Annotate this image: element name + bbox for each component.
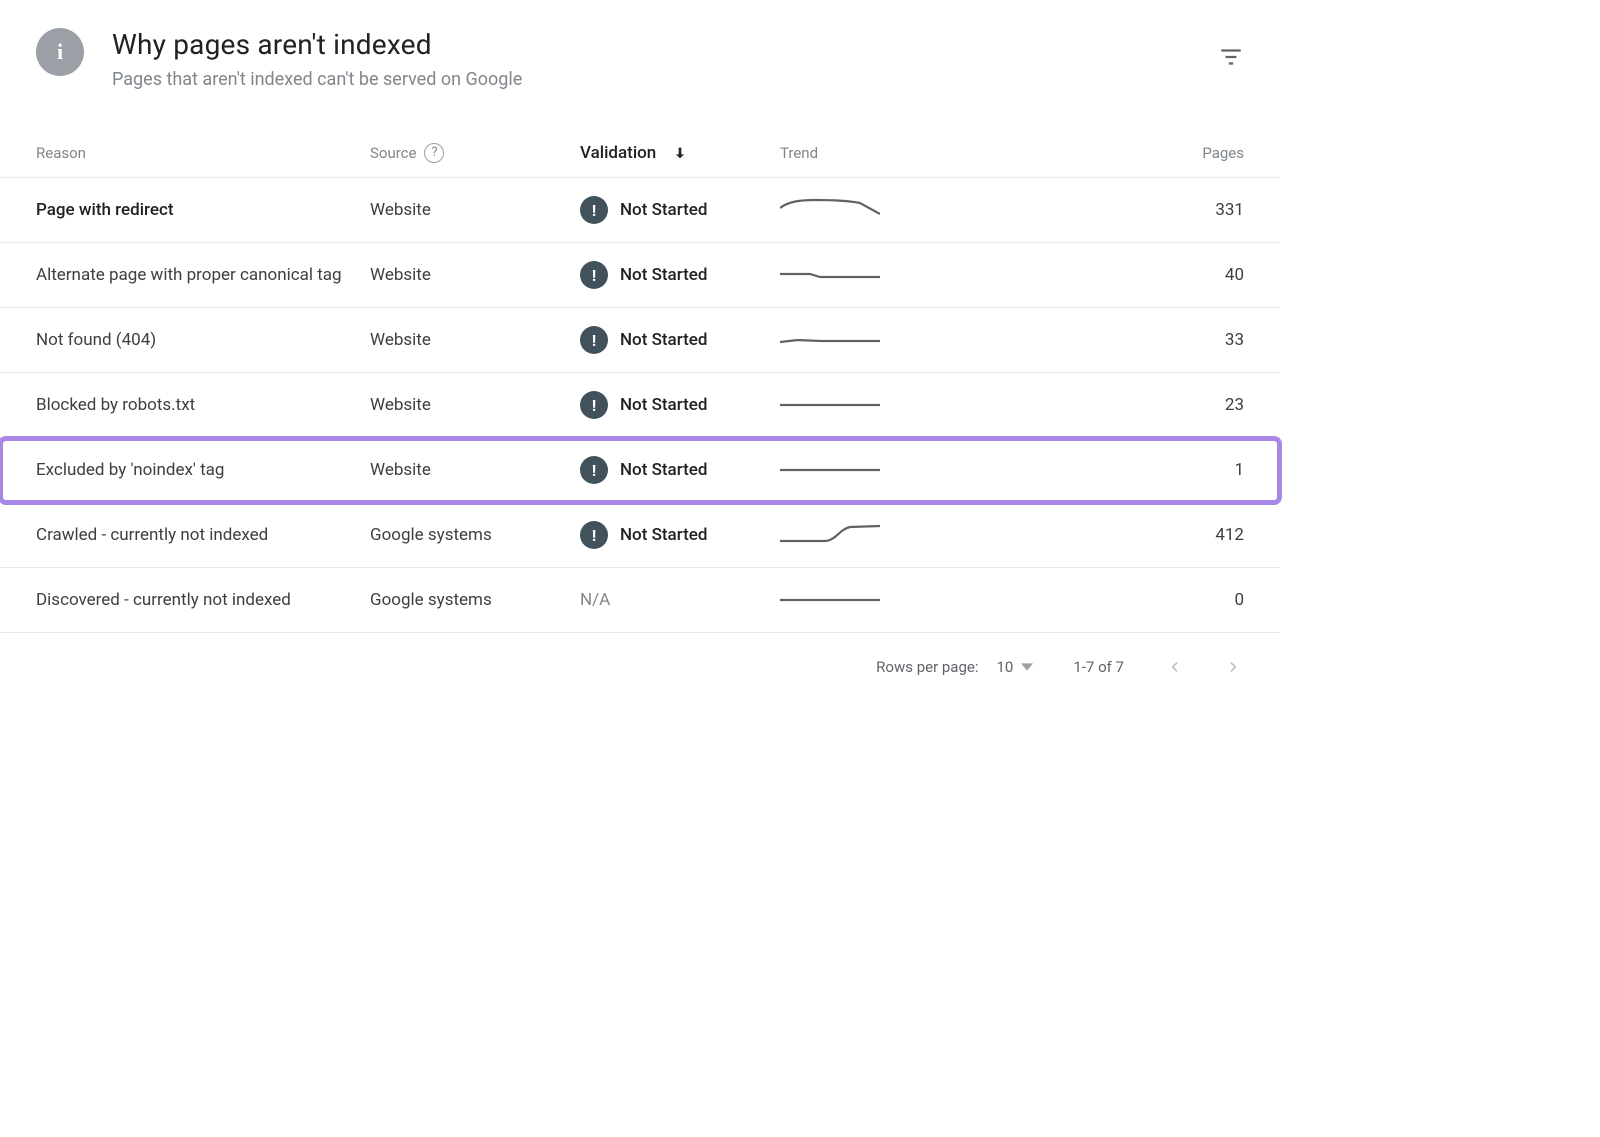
section-header: i Why pages aren't indexed Pages that ar… [0, 18, 1280, 114]
cell-pages: 0 [960, 590, 1280, 610]
next-page-button[interactable] [1224, 657, 1244, 677]
cell-reason: Page with redirect [0, 200, 370, 220]
chevron-left-icon [1164, 657, 1184, 677]
prev-page-button[interactable] [1164, 657, 1184, 677]
cell-reason: Excluded by 'noindex' tag [0, 460, 370, 480]
rows-per-page-select[interactable]: 10 [996, 658, 1033, 676]
reasons-table: Reason Source ? Validation Trend Pages P… [0, 114, 1280, 633]
col-header-source-label: Source [370, 144, 416, 162]
cell-validation: ! Not Started [580, 196, 780, 224]
section-subtitle: Pages that aren't indexed can't be serve… [112, 69, 1210, 90]
dropdown-icon [1021, 661, 1033, 673]
sparkline-icon [780, 326, 880, 354]
col-header-trend[interactable]: Trend [780, 144, 960, 162]
validation-status: Not Started [620, 525, 707, 545]
rows-per-page: Rows per page: 10 [876, 658, 1033, 676]
sparkline-icon [780, 586, 880, 614]
validation-status: Not Started [620, 265, 707, 285]
table-row[interactable]: Excluded by 'noindex' tagWebsite! Not Sta… [0, 438, 1280, 503]
cell-source: Google systems [370, 525, 580, 545]
cell-pages: 23 [960, 395, 1280, 415]
col-header-source[interactable]: Source ? [370, 143, 580, 163]
exclamation-icon: ! [580, 456, 608, 484]
cell-source: Website [370, 200, 580, 220]
sparkline-icon [780, 391, 880, 419]
filter-list-icon [1218, 44, 1244, 70]
cell-validation: ! Not Started [580, 326, 780, 354]
help-icon[interactable]: ? [424, 143, 444, 163]
page-range: 1-7 of 7 [1073, 658, 1124, 676]
table-row[interactable]: Alternate page with proper canonical tag… [0, 243, 1280, 308]
validation-status: Not Started [620, 395, 707, 415]
exclamation-icon: ! [580, 391, 608, 419]
exclamation-icon: ! [580, 521, 608, 549]
cell-pages: 1 [960, 460, 1280, 480]
cell-reason: Crawled - currently not indexed [0, 525, 370, 545]
chevron-right-icon [1224, 657, 1244, 677]
cell-trend [780, 196, 960, 224]
cell-validation: ! Not Started [580, 261, 780, 289]
cell-source: Website [370, 460, 580, 480]
col-header-reason[interactable]: Reason [0, 144, 370, 162]
filter-button[interactable] [1210, 36, 1252, 78]
exclamation-icon: ! [580, 261, 608, 289]
exclamation-icon: ! [580, 196, 608, 224]
cell-reason: Not found (404) [0, 330, 370, 350]
sparkline-icon [780, 521, 880, 549]
sparkline-icon [780, 456, 880, 484]
info-icon: i [36, 28, 84, 76]
sort-descending-icon [672, 143, 688, 163]
section-title: Why pages aren't indexed [112, 28, 1210, 61]
cell-source: Google systems [370, 590, 580, 610]
cell-source: Website [370, 330, 580, 350]
cell-source: Website [370, 395, 580, 415]
table-footer: Rows per page: 10 1-7 of 7 [0, 633, 1280, 691]
sparkline-icon [780, 196, 880, 224]
table-header-row: Reason Source ? Validation Trend Pages [0, 114, 1280, 178]
cell-pages: 40 [960, 265, 1280, 285]
cell-trend [780, 391, 960, 419]
cell-validation: ! Not Started [580, 521, 780, 549]
cell-validation: ! Not Started [580, 391, 780, 419]
table-row[interactable]: Page with redirectWebsite! Not Started 331 [0, 178, 1280, 243]
cell-trend [780, 261, 960, 289]
col-header-validation[interactable]: Validation [580, 143, 780, 163]
exclamation-icon: ! [580, 326, 608, 354]
cell-pages: 33 [960, 330, 1280, 350]
validation-na: N/A [580, 590, 610, 610]
col-header-validation-label: Validation [580, 143, 656, 163]
validation-status: Not Started [620, 330, 707, 350]
table-row[interactable]: Discovered - currently not indexedGoogle… [0, 568, 1280, 633]
table-row[interactable]: Blocked by robots.txtWebsite! Not Started… [0, 373, 1280, 438]
cell-reason: Discovered - currently not indexed [0, 590, 370, 610]
table-row[interactable]: Not found (404)Website! Not Started 33 [0, 308, 1280, 373]
cell-trend [780, 586, 960, 614]
cell-trend [780, 326, 960, 354]
validation-status: Not Started [620, 200, 707, 220]
cell-pages: 412 [960, 525, 1280, 545]
cell-validation: N/A [580, 590, 780, 610]
col-header-pages[interactable]: Pages [960, 144, 1280, 162]
cell-pages: 331 [960, 200, 1280, 220]
rows-per-page-value: 10 [996, 658, 1013, 676]
rows-per-page-label: Rows per page: [876, 658, 978, 676]
sparkline-icon [780, 261, 880, 289]
cell-source: Website [370, 265, 580, 285]
validation-status: Not Started [620, 460, 707, 480]
cell-reason: Alternate page with proper canonical tag [0, 265, 370, 285]
cell-trend [780, 521, 960, 549]
cell-trend [780, 456, 960, 484]
table-row[interactable]: Crawled - currently not indexedGoogle sy… [0, 503, 1280, 568]
header-text: Why pages aren't indexed Pages that aren… [112, 28, 1210, 90]
cell-reason: Blocked by robots.txt [0, 395, 370, 415]
cell-validation: ! Not Started [580, 456, 780, 484]
